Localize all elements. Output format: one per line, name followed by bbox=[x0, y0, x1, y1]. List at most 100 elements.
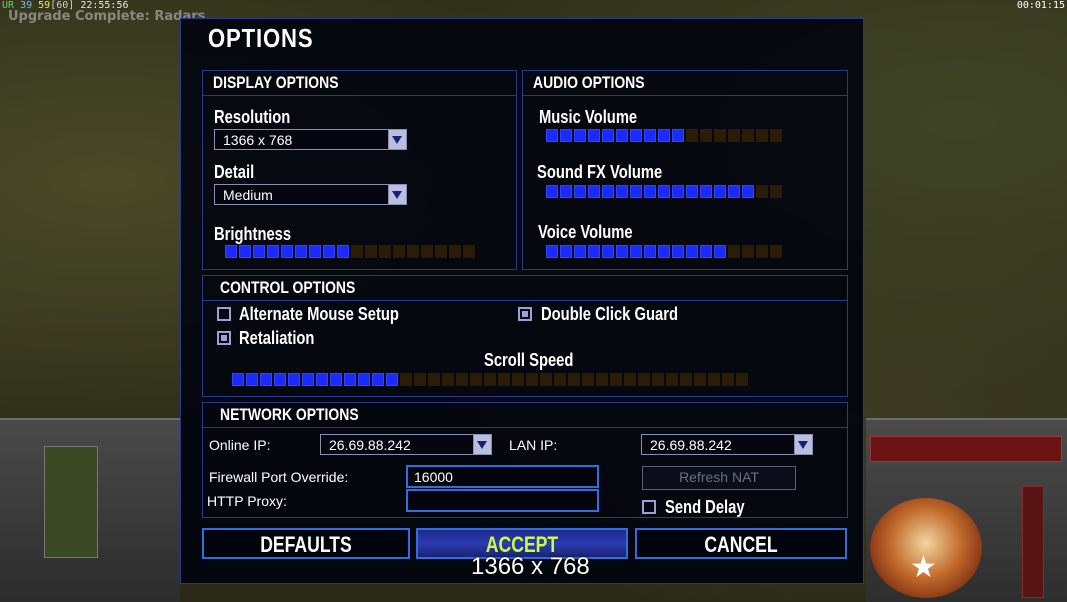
slider-segment[interactable] bbox=[686, 129, 698, 142]
slider-segment[interactable] bbox=[463, 245, 475, 258]
slider-segment[interactable] bbox=[449, 245, 461, 258]
slider-segment[interactable] bbox=[610, 373, 622, 386]
slider-segment[interactable] bbox=[253, 245, 265, 258]
slider-segment[interactable] bbox=[560, 129, 572, 142]
slider-segment[interactable] bbox=[658, 245, 670, 258]
firewall-port-input[interactable]: 16000 bbox=[406, 465, 599, 488]
slider-segment[interactable] bbox=[232, 373, 244, 386]
slider-segment[interactable] bbox=[742, 185, 754, 198]
slider-segment[interactable] bbox=[421, 245, 433, 258]
send-delay-label[interactable]: Send Delay bbox=[665, 497, 745, 518]
slider-segment[interactable] bbox=[686, 245, 698, 258]
slider-segment[interactable] bbox=[239, 245, 251, 258]
slider-segment[interactable] bbox=[365, 245, 377, 258]
slider-segment[interactable] bbox=[302, 373, 314, 386]
slider-segment[interactable] bbox=[680, 373, 692, 386]
cancel-button[interactable]: CANCEL bbox=[635, 528, 847, 559]
slider-segment[interactable] bbox=[630, 129, 642, 142]
slider-segment[interactable] bbox=[393, 245, 405, 258]
slider-segment[interactable] bbox=[379, 245, 391, 258]
slider-segment[interactable] bbox=[560, 245, 572, 258]
slider-segment[interactable] bbox=[574, 245, 586, 258]
slider-segment[interactable] bbox=[714, 129, 726, 142]
slider-segment[interactable] bbox=[756, 245, 768, 258]
slider-segment[interactable] bbox=[540, 373, 552, 386]
slider-segment[interactable] bbox=[686, 185, 698, 198]
double-click-guard-checkbox[interactable] bbox=[518, 307, 532, 321]
slider-segment[interactable] bbox=[337, 245, 349, 258]
slider-segment[interactable] bbox=[672, 185, 684, 198]
slider-segment[interactable] bbox=[407, 245, 419, 258]
music-volume-slider[interactable] bbox=[546, 129, 782, 142]
slider-segment[interactable] bbox=[630, 185, 642, 198]
slider-segment[interactable] bbox=[274, 373, 286, 386]
chevron-down-icon[interactable] bbox=[473, 435, 491, 454]
scroll-speed-slider[interactable] bbox=[232, 373, 748, 386]
slider-segment[interactable] bbox=[722, 373, 734, 386]
slider-segment[interactable] bbox=[588, 129, 600, 142]
slider-segment[interactable] bbox=[708, 373, 720, 386]
slider-segment[interactable] bbox=[728, 185, 740, 198]
chevron-down-icon[interactable] bbox=[388, 185, 406, 204]
slider-segment[interactable] bbox=[714, 245, 726, 258]
online-ip-dropdown[interactable]: 26.69.88.242 bbox=[320, 434, 492, 455]
slider-segment[interactable] bbox=[351, 245, 363, 258]
slider-segment[interactable] bbox=[770, 129, 782, 142]
slider-segment[interactable] bbox=[644, 245, 656, 258]
slider-segment[interactable] bbox=[574, 129, 586, 142]
slider-segment[interactable] bbox=[546, 185, 558, 198]
slider-segment[interactable] bbox=[700, 129, 712, 142]
slider-segment[interactable] bbox=[246, 373, 258, 386]
slider-segment[interactable] bbox=[652, 373, 664, 386]
slider-segment[interactable] bbox=[742, 129, 754, 142]
slider-segment[interactable] bbox=[267, 245, 279, 258]
slider-segment[interactable] bbox=[498, 373, 510, 386]
slider-segment[interactable] bbox=[756, 185, 768, 198]
slider-segment[interactable] bbox=[736, 373, 748, 386]
slider-segment[interactable] bbox=[714, 185, 726, 198]
slider-segment[interactable] bbox=[630, 245, 642, 258]
slider-segment[interactable] bbox=[309, 245, 321, 258]
slider-segment[interactable] bbox=[344, 373, 356, 386]
slider-segment[interactable] bbox=[742, 245, 754, 258]
slider-segment[interactable] bbox=[288, 373, 300, 386]
retaliation-checkbox[interactable] bbox=[217, 331, 231, 345]
double-click-guard-label[interactable]: Double Click Guard bbox=[541, 304, 678, 325]
slider-segment[interactable] bbox=[560, 185, 572, 198]
slider-segment[interactable] bbox=[414, 373, 426, 386]
chevron-down-icon[interactable] bbox=[794, 435, 812, 454]
slider-segment[interactable] bbox=[470, 373, 482, 386]
slider-segment[interactable] bbox=[512, 373, 524, 386]
slider-segment[interactable] bbox=[700, 245, 712, 258]
slider-segment[interactable] bbox=[672, 245, 684, 258]
slider-segment[interactable] bbox=[644, 129, 656, 142]
slider-segment[interactable] bbox=[574, 185, 586, 198]
slider-segment[interactable] bbox=[546, 245, 558, 258]
slider-segment[interactable] bbox=[602, 185, 614, 198]
slider-segment[interactable] bbox=[596, 373, 608, 386]
slider-segment[interactable] bbox=[260, 373, 272, 386]
slider-segment[interactable] bbox=[624, 373, 636, 386]
lan-ip-dropdown[interactable]: 26.69.88.242 bbox=[641, 434, 813, 455]
brightness-slider[interactable] bbox=[225, 245, 475, 258]
slider-segment[interactable] bbox=[442, 373, 454, 386]
voice-volume-slider[interactable] bbox=[546, 245, 782, 258]
defaults-button[interactable]: DEFAULTS bbox=[202, 528, 410, 559]
slider-segment[interactable] bbox=[428, 373, 440, 386]
refresh-nat-button[interactable]: Refresh NAT bbox=[642, 466, 796, 490]
slider-segment[interactable] bbox=[526, 373, 538, 386]
detail-dropdown[interactable]: Medium bbox=[214, 184, 407, 205]
slider-segment[interactable] bbox=[602, 245, 614, 258]
slider-segment[interactable] bbox=[666, 373, 678, 386]
slider-segment[interactable] bbox=[728, 245, 740, 258]
slider-segment[interactable] bbox=[386, 373, 398, 386]
slider-segment[interactable] bbox=[546, 129, 558, 142]
send-delay-checkbox[interactable] bbox=[642, 500, 656, 514]
slider-segment[interactable] bbox=[295, 245, 307, 258]
sound-fx-volume-slider[interactable] bbox=[546, 185, 782, 198]
slider-segment[interactable] bbox=[672, 129, 684, 142]
alternate-mouse-label[interactable]: Alternate Mouse Setup bbox=[239, 304, 399, 325]
minimap[interactable] bbox=[44, 446, 98, 558]
slider-segment[interactable] bbox=[616, 129, 628, 142]
slider-segment[interactable] bbox=[456, 373, 468, 386]
